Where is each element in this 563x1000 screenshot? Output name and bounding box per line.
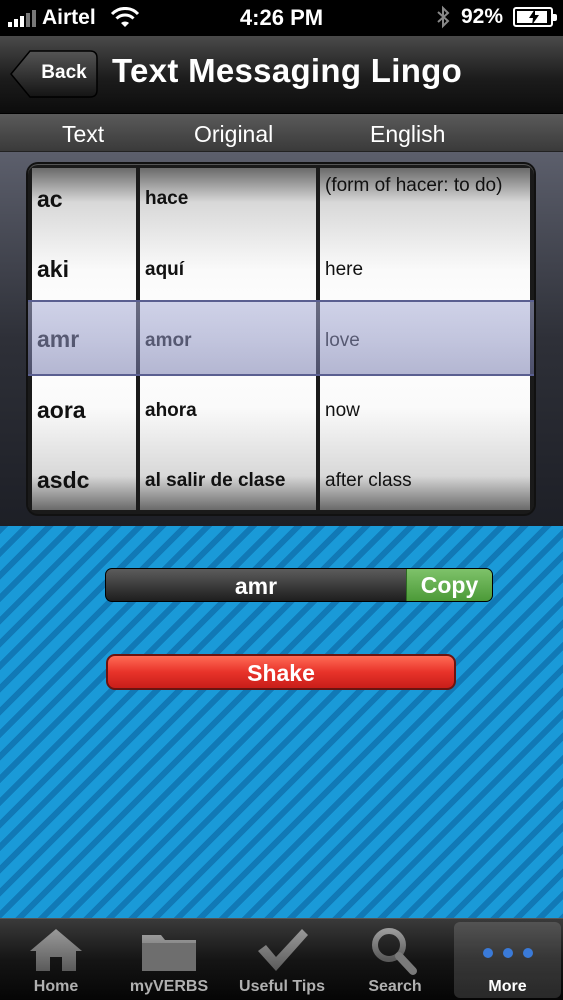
tab-search[interactable]: Search bbox=[339, 919, 451, 1000]
tab-useful-tips[interactable]: Useful Tips bbox=[226, 919, 338, 1000]
picker-area: ac aki amr aora asdc hace aquí amor ahor… bbox=[0, 152, 563, 526]
picker-cell-original[interactable]: hace bbox=[145, 188, 312, 210]
navigation-bar: Back Text Messaging Lingo bbox=[0, 36, 563, 114]
selected-value: amr bbox=[234, 573, 278, 599]
tab-bar: Home myVERBS Useful Tips Search More bbox=[0, 918, 563, 1000]
column-header-text: Text bbox=[62, 121, 105, 147]
tab-label: myVERBS bbox=[129, 978, 209, 995]
status-right: 92% bbox=[435, 5, 557, 29]
search-icon bbox=[372, 928, 417, 975]
tab-label: Search bbox=[368, 978, 422, 995]
shake-button[interactable]: Shake bbox=[106, 654, 456, 690]
tab-home[interactable]: Home bbox=[0, 919, 112, 1000]
column-header-english: English bbox=[370, 121, 446, 147]
back-button[interactable]: Back bbox=[10, 50, 98, 98]
column-header-original: Original bbox=[194, 121, 274, 147]
column-header: Text Original English bbox=[0, 114, 563, 152]
tab-label: Home bbox=[33, 978, 79, 995]
home-icon bbox=[30, 929, 82, 971]
picker-cell-original[interactable]: aquí bbox=[145, 259, 312, 281]
picker-cell-english[interactable]: after class bbox=[325, 470, 526, 492]
picker-cell-text[interactable]: aki bbox=[37, 256, 132, 283]
status-bar: Airtel 4:26 PM 92% bbox=[0, 0, 563, 36]
tab-more[interactable]: More bbox=[452, 919, 563, 1000]
picker-cell-english[interactable]: (form of hacer: to do) bbox=[325, 174, 526, 198]
picker-cell-text[interactable]: aora bbox=[37, 397, 132, 424]
picker-cell-original[interactable]: ahora bbox=[145, 400, 312, 422]
content-area: amr Copy Shake bbox=[0, 526, 563, 918]
picker-cell-original[interactable]: al salir de clase bbox=[145, 470, 312, 492]
picker-cell-english[interactable]: here bbox=[325, 259, 526, 281]
folder-icon bbox=[142, 935, 196, 971]
lingo-picker[interactable]: ac aki amr aora asdc hace aquí amor ahor… bbox=[28, 164, 534, 514]
checkmark-icon bbox=[258, 929, 308, 971]
more-icon bbox=[482, 948, 533, 958]
bluetooth-icon bbox=[437, 5, 450, 29]
picker-selection-indicator bbox=[28, 300, 534, 376]
picker-cell-text[interactable]: ac bbox=[37, 186, 132, 213]
page-title: Text Messaging Lingo bbox=[112, 52, 463, 89]
battery-percent: 92% bbox=[460, 5, 503, 28]
picker-cell-text[interactable]: asdc bbox=[37, 467, 132, 494]
back-label: Back bbox=[41, 62, 87, 83]
tab-label: More bbox=[488, 978, 527, 995]
copy-button[interactable]: Copy bbox=[406, 569, 492, 601]
picker-cell-english[interactable]: now bbox=[325, 400, 526, 422]
tab-label: Useful Tips bbox=[239, 978, 325, 995]
battery-icon bbox=[513, 7, 557, 27]
selected-value-bar: amr Copy bbox=[105, 568, 493, 602]
tab-myverbs[interactable]: myVERBS bbox=[113, 919, 225, 1000]
